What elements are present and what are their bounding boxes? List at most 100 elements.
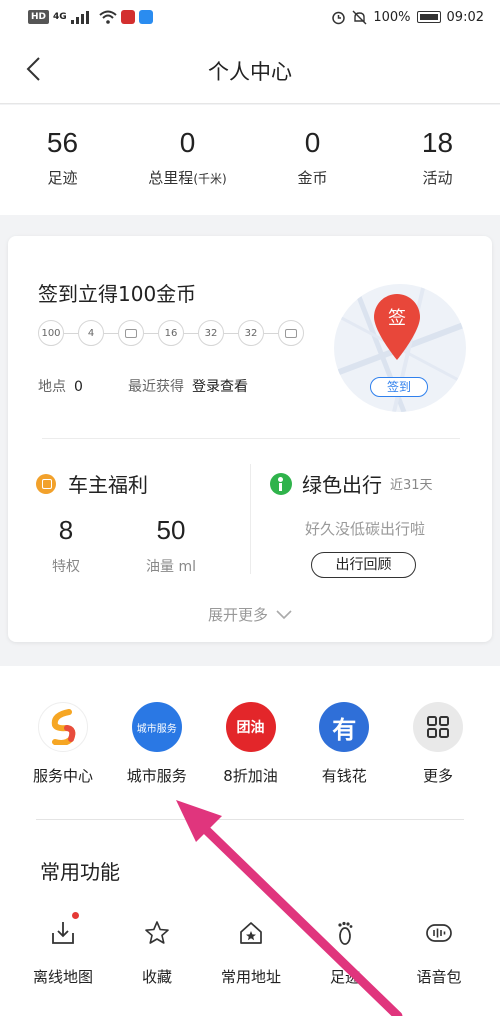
walking-icon: [270, 472, 292, 495]
favorites-button[interactable]: 收藏: [110, 918, 204, 987]
loan-badge: 有: [332, 715, 357, 744]
star-icon: [142, 918, 172, 948]
wifi-icon: [99, 10, 117, 24]
owner-stats: 8 特权 50 油量 ml: [36, 515, 246, 576]
divider: [36, 819, 464, 820]
location-value: 0: [74, 379, 83, 395]
service-center-icon: [38, 702, 88, 752]
green-subtitle: 好久没低碳出行啦: [304, 520, 425, 538]
city-service-button[interactable]: 城市服务 城市服务: [112, 702, 202, 786]
owner-label: 油量 ml: [146, 559, 196, 575]
owner-privileges[interactable]: 8 特权: [36, 515, 96, 576]
city-service-icon: 城市服务: [131, 702, 182, 752]
service-label: 服务中心: [32, 767, 93, 785]
fuel-icon: 团油: [225, 702, 276, 752]
service-center-button[interactable]: 服务中心: [18, 702, 108, 786]
checkin-button[interactable]: 签到: [370, 377, 428, 397]
expand-more[interactable]: 展开更多: [8, 604, 492, 625]
green-title: 绿色出行: [302, 473, 382, 497]
status-left: HD 4G: [28, 10, 153, 24]
common-functions-title: 常用功能: [40, 860, 120, 884]
voice-pack-button[interactable]: 语音包: [392, 918, 486, 987]
signal-icon: [70, 11, 89, 24]
green-days: 近31天: [390, 478, 433, 493]
battery-percent: 100%: [373, 9, 411, 25]
recent-label: 最近获得: [128, 379, 184, 395]
expand-label: 展开更多: [207, 606, 268, 624]
login-link[interactable]: 登录查看: [192, 379, 248, 395]
owner-benefits-header[interactable]: 车主福利: [36, 469, 148, 498]
divider: [250, 464, 251, 574]
day-reward: 100: [38, 320, 64, 346]
download-map-icon: [48, 918, 78, 948]
pin-label: 签: [388, 308, 406, 329]
day-reward: 32: [238, 320, 264, 346]
service-label: 有钱花: [321, 767, 367, 785]
travel-review-button[interactable]: 出行回顾: [311, 552, 416, 578]
owner-value: 50: [156, 515, 186, 545]
rewards-card: 签到立得100金币 100 4 16 32 32 地点 0 最近获得 登录查看 签 …: [8, 236, 492, 642]
stat-footprints[interactable]: 56 足迹: [0, 105, 125, 215]
fuel-discount-button[interactable]: 团油 8折加油: [206, 702, 296, 786]
location-info: 地点 0: [38, 376, 83, 396]
city-service-badge: 城市服务: [136, 723, 177, 735]
voice-pack-icon: [424, 918, 454, 948]
status-right: 100% 09:02: [331, 10, 484, 25]
stat-unit: (千米): [193, 172, 227, 186]
service-label: 城市服务: [126, 767, 187, 785]
location-label: 地点: [38, 379, 66, 395]
more-grid-icon: [413, 702, 463, 752]
divider: [42, 438, 460, 439]
stat-value: 0: [179, 127, 196, 158]
more-button[interactable]: 更多: [393, 702, 483, 786]
stat-label-text: 总里程: [148, 169, 194, 187]
owner-label: 特权: [52, 559, 80, 575]
owner-value: 8: [58, 515, 74, 545]
function-label: 足迹: [329, 968, 360, 986]
stats-row: 56 足迹 0 总里程(千米) 0 金币 18 活动: [0, 105, 500, 215]
network-badge: HD: [28, 10, 50, 24]
owner-fuel[interactable]: 50 油量 ml: [96, 515, 246, 576]
offline-map-button[interactable]: 离线地图: [16, 912, 110, 987]
new-badge: [72, 912, 79, 919]
signal-label: 4G: [53, 12, 67, 22]
stat-value: 0: [304, 127, 321, 158]
function-label: 离线地图: [32, 968, 93, 986]
checkin-progress: 100 4 16 32 32: [38, 320, 304, 346]
battery-icon: [416, 11, 441, 23]
day-reward: 32: [198, 320, 224, 346]
page-title: 个人中心: [208, 60, 292, 84]
chevron-down-icon: [276, 609, 292, 619]
clock: 09:02: [446, 9, 484, 25]
stat-label: 总里程(千米): [125, 167, 250, 188]
alarm-icon: [332, 11, 346, 24]
home-star-icon: [236, 918, 266, 948]
stat-activities[interactable]: 18 活动: [375, 105, 500, 215]
mute-icon: [352, 10, 367, 24]
app-notification-icon: [120, 10, 135, 24]
checkin-pin-icon[interactable]: 签: [371, 292, 423, 362]
recent-info: 最近获得 登录查看: [128, 376, 248, 396]
coupon-icon: [278, 320, 304, 346]
stat-value: 18: [421, 127, 454, 158]
day-reward: 16: [158, 320, 184, 346]
common-functions-row: 离线地图 收藏 常用地址 足迹 语音包: [16, 912, 486, 987]
common-address-button[interactable]: 常用地址: [204, 918, 298, 987]
owner-title: 车主福利: [68, 473, 148, 497]
services-section: 服务中心 城市服务 城市服务 团油 8折加油 有 有钱花 更多 常用功能 离线地…: [0, 666, 500, 1016]
stat-label: 金币: [297, 169, 328, 187]
loan-button[interactable]: 有 有钱花: [299, 702, 389, 786]
stat-label: 足迹: [47, 169, 78, 187]
stat-coins[interactable]: 0 金币: [250, 105, 375, 215]
status-bar: HD 4G 100% 09:02: [0, 0, 500, 34]
green-travel-header[interactable]: 绿色出行 近31天: [270, 469, 433, 498]
loan-icon: 有: [319, 702, 370, 752]
app-notification-icon-2: [138, 10, 153, 24]
footprint-button[interactable]: 足迹: [298, 918, 392, 987]
car-owner-icon: [36, 473, 56, 494]
service-label: 更多: [422, 767, 453, 785]
stat-label: 活动: [422, 169, 453, 187]
stat-mileage[interactable]: 0 总里程(千米): [125, 105, 250, 215]
fuel-badge: 团油: [236, 720, 265, 736]
checkin-title: 签到立得100金币: [38, 282, 197, 306]
